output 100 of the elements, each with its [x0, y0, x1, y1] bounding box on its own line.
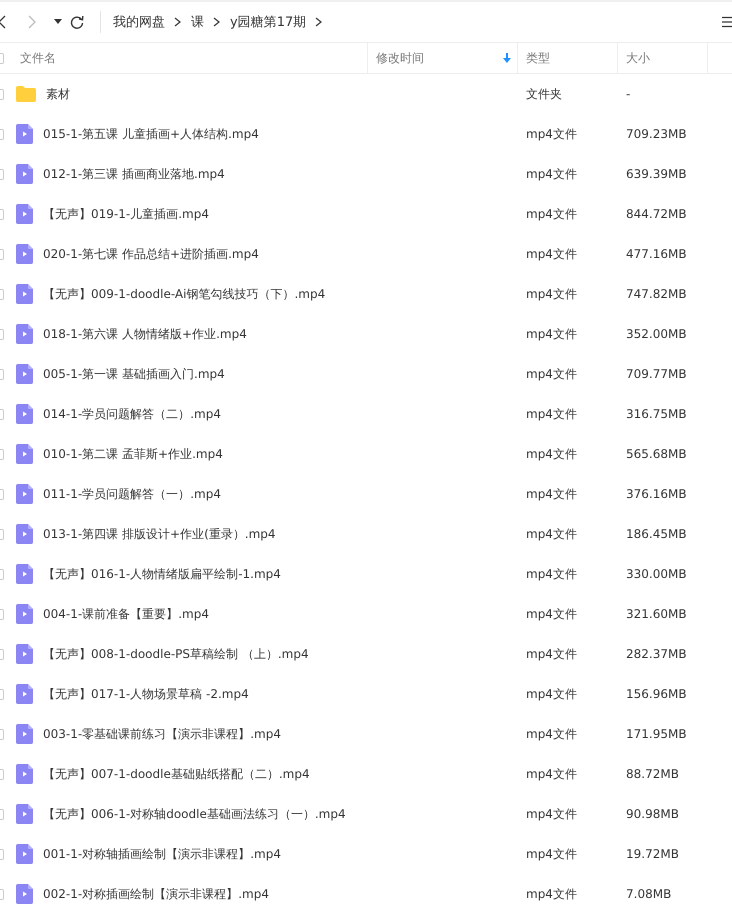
file-size: 90.98MB — [626, 807, 679, 821]
file-size: 282.37MB — [626, 647, 687, 661]
file-name[interactable]: 013-1-第四课 排版设计+作业(重录）.mp4 — [43, 526, 276, 542]
file-size: 747.82MB — [626, 287, 687, 301]
file-type: mp4文件 — [526, 686, 577, 702]
dropdown-caret-icon[interactable] — [54, 19, 62, 25]
video-file-icon — [16, 124, 33, 144]
breadcrumb-link[interactable]: y园糖第17期 — [230, 13, 306, 31]
video-file-icon — [16, 484, 33, 504]
file-size: 186.45MB — [626, 527, 687, 541]
file-type: mp4文件 — [526, 246, 577, 262]
file-size: - — [626, 87, 630, 101]
column-header-label: 大小 — [626, 50, 650, 66]
file-type: 文件夹 — [526, 86, 562, 102]
file-type: mp4文件 — [526, 886, 577, 902]
file-type: mp4文件 — [526, 766, 577, 782]
file-size: 321.60MB — [626, 607, 687, 621]
file-type: mp4文件 — [526, 406, 577, 422]
file-name[interactable]: 004-1-课前准备【重要】.mp4 — [43, 606, 209, 622]
file-type: mp4文件 — [526, 846, 577, 862]
file-type: mp4文件 — [526, 646, 577, 662]
sort-arrow-icon[interactable] — [503, 53, 511, 63]
file-name[interactable]: 【无声】009-1-doodle-Ai钢笔勾线技巧（下）.mp4 — [43, 286, 326, 302]
column-header-label: 类型 — [526, 50, 550, 66]
video-file-icon — [16, 324, 33, 344]
video-file-icon — [16, 364, 33, 384]
file-size: 7.08MB — [626, 887, 672, 901]
file-name[interactable]: 003-1-零基础课前练习【演示非课程】.mp4 — [43, 726, 281, 742]
file-name[interactable]: 014-1-学员问题解答（二）.mp4 — [43, 406, 221, 422]
file-name[interactable]: 【无声】008-1-doodle-PS草稿绘制 （上）.mp4 — [43, 646, 309, 662]
chevron-icon[interactable] — [174, 17, 181, 27]
file-name[interactable]: 020-1-第七课 作品总结+进阶插画.mp4 — [43, 246, 259, 262]
column-header[interactable]: 文件名 — [4, 43, 368, 73]
column-header[interactable]: 大小 — [618, 43, 708, 73]
back-icon[interactable] — [0, 15, 6, 29]
column-header-label: 修改时间 — [376, 50, 424, 66]
file-size: 88.72MB — [626, 767, 679, 781]
file-name[interactable]: 【无声】017-1-人物场景草稿 -2.mp4 — [43, 686, 249, 702]
video-file-icon — [16, 804, 33, 824]
file-name[interactable]: 011-1-学员问题解答（一）.mp4 — [43, 486, 221, 502]
video-file-icon — [16, 844, 33, 864]
file-type: mp4文件 — [526, 126, 577, 142]
file-type: mp4文件 — [526, 166, 577, 182]
file-size: 709.23MB — [626, 127, 687, 141]
video-file-icon — [16, 284, 33, 304]
video-file-icon — [16, 524, 33, 544]
video-file-icon — [16, 884, 33, 904]
column-header-label: 文件名 — [20, 50, 56, 66]
chevron-icon[interactable] — [213, 17, 220, 27]
file-name[interactable]: 【无声】006-1-对称轴doodle基础画法练习（一）.mp4 — [43, 806, 346, 822]
file-name[interactable]: 【无声】007-1-doodle基础贴纸搭配（二）.mp4 — [43, 766, 310, 782]
video-file-icon — [16, 244, 33, 264]
file-name[interactable]: 010-1-第二课 孟菲斯+作业.mp4 — [43, 446, 223, 462]
file-size: 19.72MB — [626, 847, 679, 861]
file-type: mp4文件 — [526, 446, 577, 462]
video-file-icon — [16, 764, 33, 784]
menu-icon[interactable] — [722, 16, 732, 28]
refresh-icon[interactable] — [70, 15, 84, 29]
breadcrumb-link[interactable]: 我的网盘 — [113, 13, 165, 31]
file-type: mp4文件 — [526, 366, 577, 382]
file-type: mp4文件 — [526, 526, 577, 542]
file-size: 376.16MB — [626, 487, 687, 501]
file-size: 352.00MB — [626, 327, 687, 341]
file-size: 844.72MB — [626, 207, 687, 221]
file-name[interactable]: 012-1-第三课 插画商业落地.mp4 — [43, 166, 225, 182]
file-type: mp4文件 — [526, 606, 577, 622]
file-size: 565.68MB — [626, 447, 687, 461]
file-type: mp4文件 — [526, 726, 577, 742]
column-header[interactable]: 修改时间 — [368, 43, 518, 73]
file-size: 171.95MB — [626, 727, 687, 741]
file-name[interactable]: 018-1-第六课 人物情绪版+作业.mp4 — [43, 326, 247, 342]
video-file-icon — [16, 164, 33, 184]
video-file-icon — [16, 604, 33, 624]
file-name[interactable]: 001-1-对称轴插画绘制【演示非课程】.mp4 — [43, 846, 281, 862]
file-size: 156.96MB — [626, 687, 687, 701]
file-type: mp4文件 — [526, 326, 577, 342]
breadcrumb-link[interactable]: 课 — [191, 13, 204, 31]
forward-icon[interactable] — [28, 15, 36, 29]
video-file-icon — [16, 564, 33, 584]
video-file-icon — [16, 724, 33, 744]
video-file-icon — [16, 684, 33, 704]
file-name[interactable]: 【无声】016-1-人物情绪版扁平绘制-1.mp4 — [43, 566, 281, 582]
file-name[interactable]: 015-1-第五课 儿童插画+人体结构.mp4 — [43, 126, 259, 142]
file-name[interactable]: 005-1-第一课 基础插画入门.mp4 — [43, 366, 225, 382]
file-type: mp4文件 — [526, 566, 577, 582]
file-name[interactable]: 【无声】019-1-儿童插画.mp4 — [43, 206, 209, 222]
video-file-icon — [16, 644, 33, 664]
file-type: mp4文件 — [526, 806, 577, 822]
chevron-icon[interactable] — [315, 17, 322, 27]
file-type: mp4文件 — [526, 486, 577, 502]
file-size: 330.00MB — [626, 567, 687, 581]
column-header[interactable]: 类型 — [518, 43, 618, 73]
file-size: 316.75MB — [626, 407, 687, 421]
file-size: 477.16MB — [626, 247, 687, 261]
video-file-icon — [16, 404, 33, 424]
file-name[interactable]: 002-1-对称插画绘制【演示非课程】.mp4 — [43, 886, 269, 902]
file-name[interactable]: 素材 — [46, 86, 70, 102]
video-file-icon — [16, 444, 33, 464]
folder-icon — [16, 86, 36, 102]
file-type: mp4文件 — [526, 206, 577, 222]
